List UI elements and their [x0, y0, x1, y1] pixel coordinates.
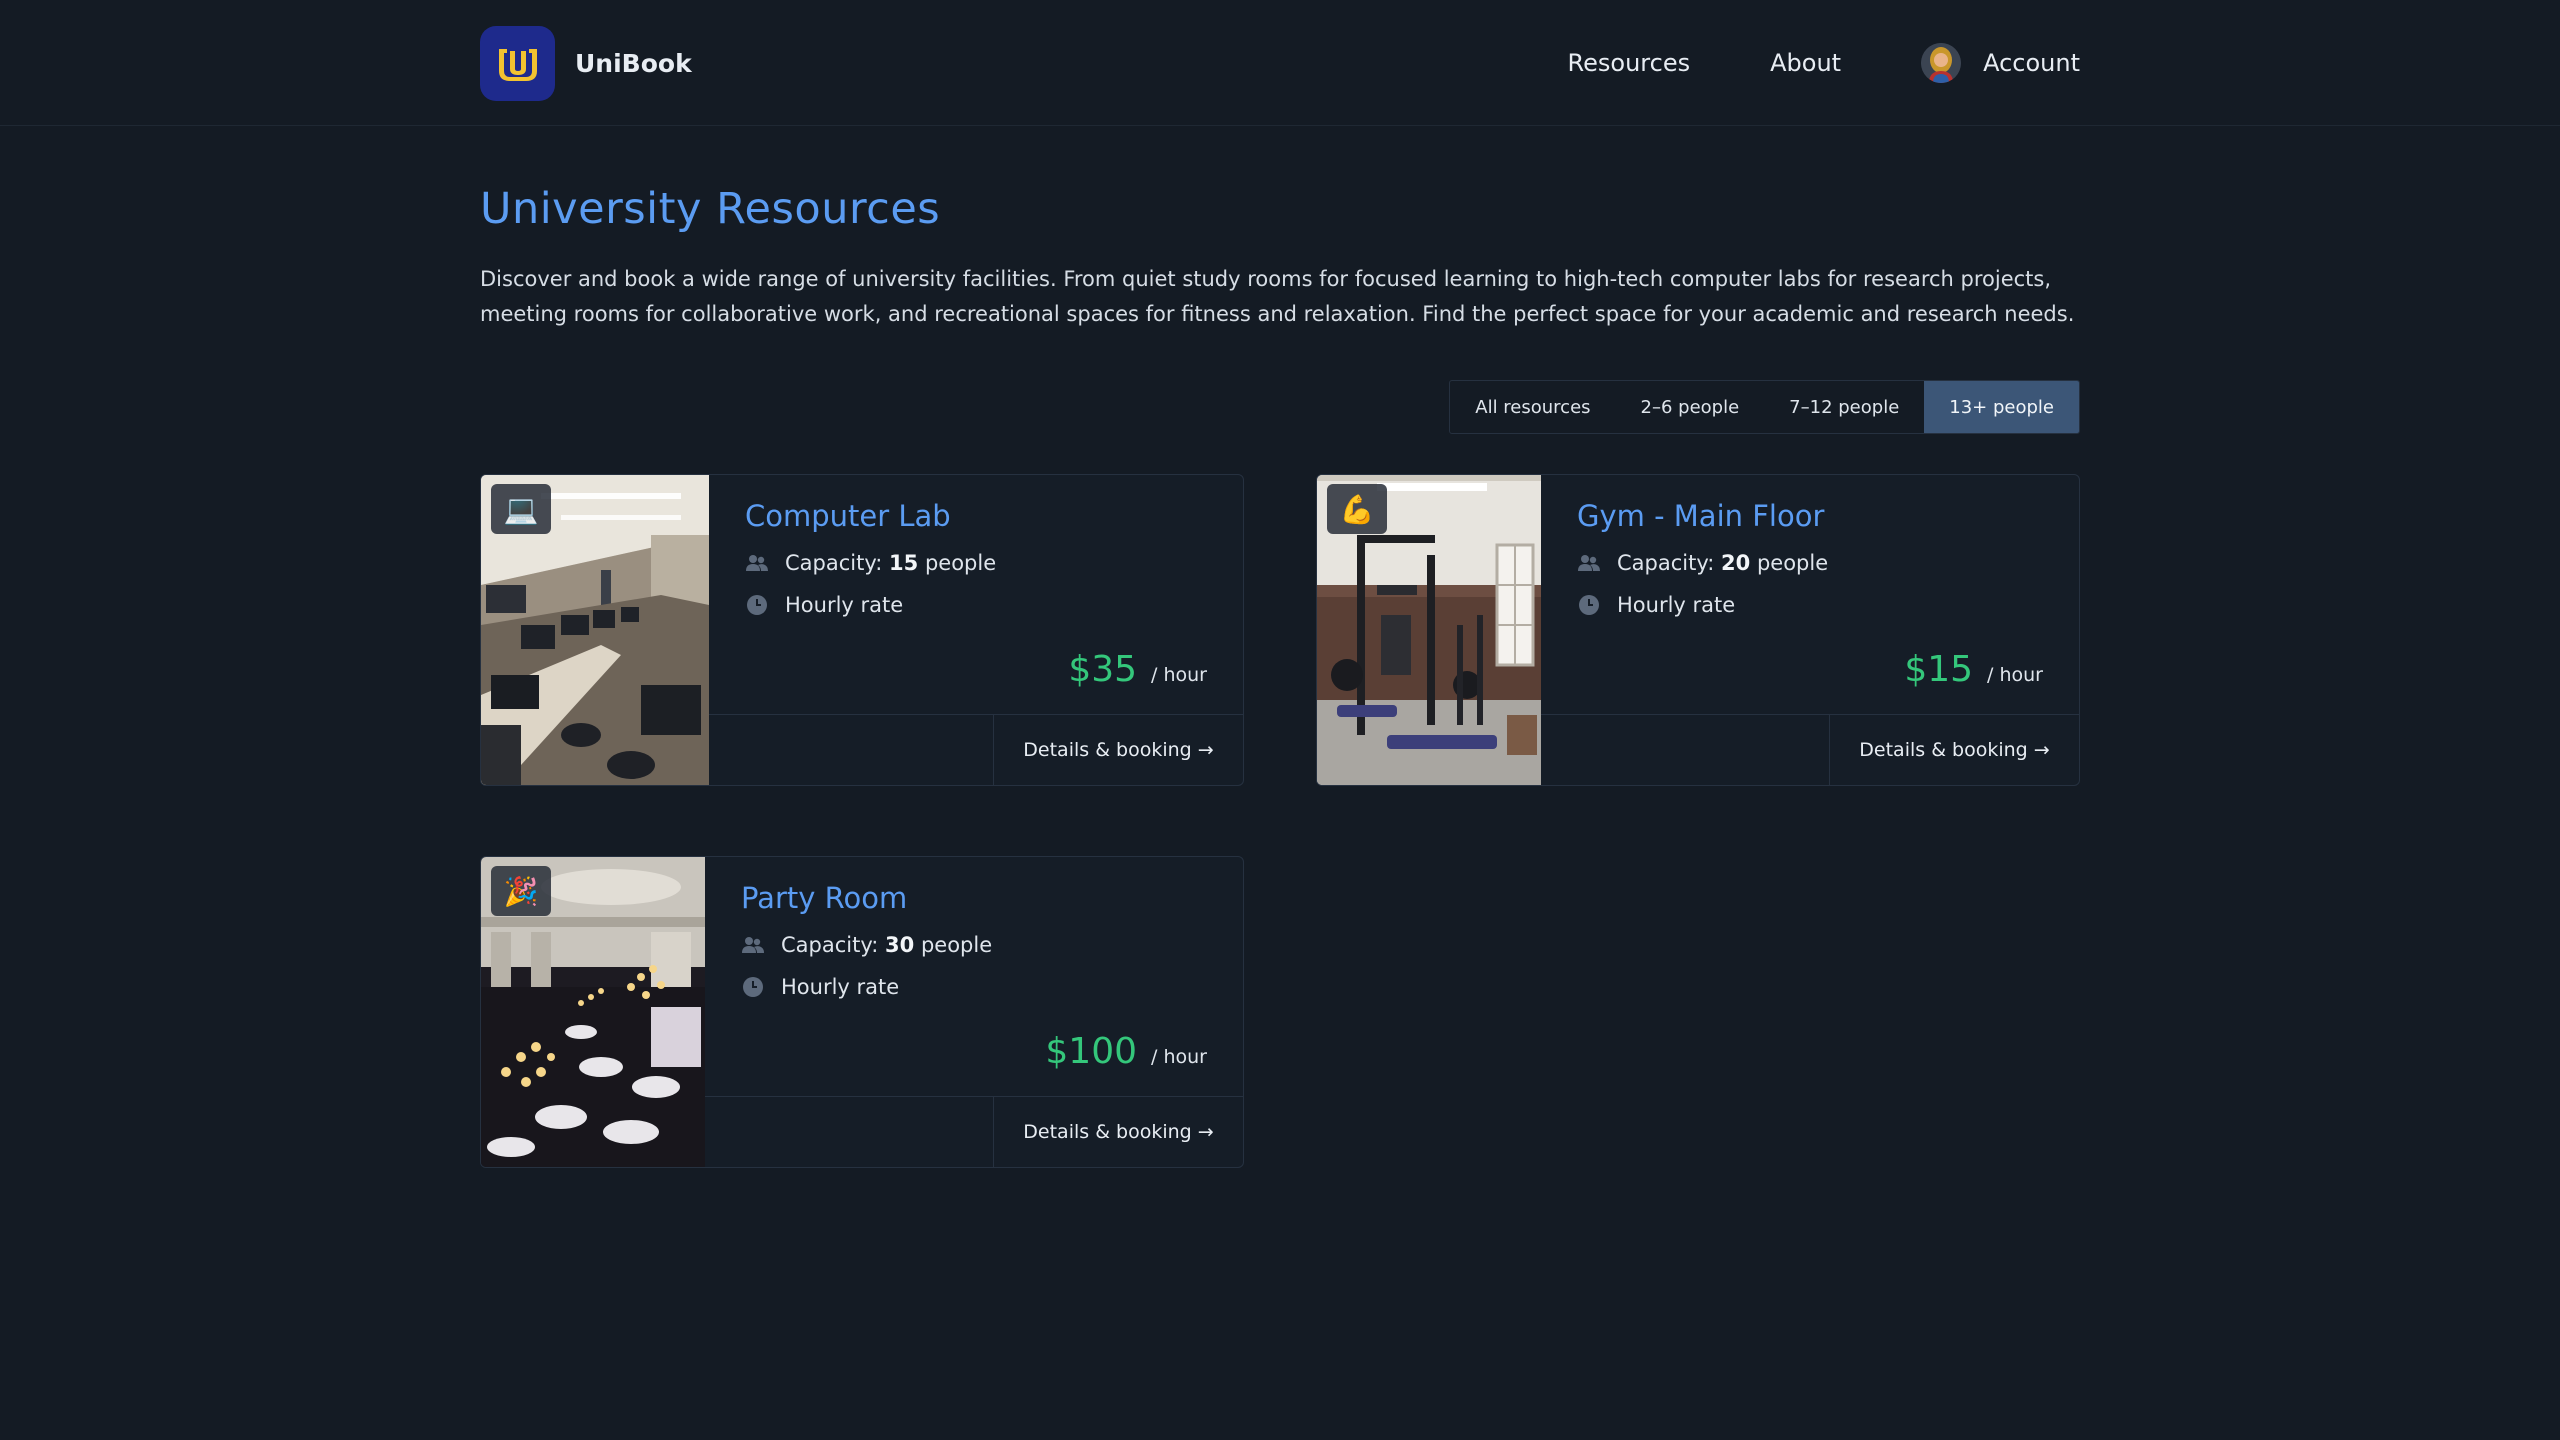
price-amount: $35 — [1068, 649, 1138, 690]
brand-link[interactable]: UniBook — [480, 25, 692, 101]
rate-row: Hourly rate — [745, 593, 1207, 617]
top-navbar: UniBook Resources About Account — [0, 0, 2560, 126]
card-footer: Details & booking → — [1541, 714, 2079, 785]
page-title: University Resources — [480, 184, 941, 234]
capacity-row: Capacity: 15 people — [745, 551, 1207, 575]
filter-13-plus-button[interactable]: 13+ people — [1924, 381, 2079, 433]
clock-icon — [1577, 593, 1601, 617]
main-content: University Resources Discover and book a… — [480, 184, 2080, 1168]
computer-lab-photo: 💻 — [481, 475, 709, 785]
capacity-text: Capacity: 20 people — [1617, 551, 1829, 575]
main-nav: Resources About Account — [1568, 43, 2080, 83]
clock-icon — [745, 593, 769, 617]
card-info: Gym - Main Floor Capacity: 20 people Hou… — [1541, 475, 2079, 714]
nav-resources-link[interactable]: Resources — [1568, 49, 1691, 77]
price-amount: $100 — [1045, 1031, 1138, 1072]
capacity-text: Capacity: 30 people — [781, 933, 993, 957]
rate-label: Hourly rate — [781, 975, 900, 999]
details-booking-button[interactable]: Details & booking → — [993, 1097, 1243, 1167]
price-amount: $15 — [1904, 649, 1974, 690]
resource-title[interactable]: Computer Lab — [745, 499, 1207, 533]
capacity-filter-bar: All resources 2–6 people 7–12 people 13+… — [480, 380, 2080, 434]
clock-icon — [741, 975, 765, 999]
price-unit: / hour — [1987, 664, 2043, 686]
flexed-biceps-emoji-icon: 💪 — [1327, 484, 1387, 534]
filter-group: All resources 2–6 people 7–12 people 13+… — [1449, 380, 2080, 434]
card-info: Party Room Capacity: 30 people Hourly ra… — [705, 857, 1243, 1096]
price: $100 / hour — [1045, 1031, 1207, 1072]
avatar — [1921, 43, 1962, 83]
navbar-inner: UniBook Resources About Account — [480, 0, 2080, 126]
filter-all-button[interactable]: All resources — [1450, 381, 1615, 433]
filter-2-6-button[interactable]: 2–6 people — [1616, 381, 1765, 433]
price: $35 / hour — [1068, 649, 1207, 690]
card-body: Party Room Capacity: 30 people Hourly ra… — [705, 857, 1243, 1167]
party-popper-emoji-icon: 🎉 — [491, 866, 551, 916]
nav-about-link[interactable]: About — [1770, 49, 1841, 77]
rate-label: Hourly rate — [1617, 593, 1736, 617]
capacity-row: Capacity: 30 people — [741, 933, 1207, 957]
rate-row: Hourly rate — [741, 975, 1207, 999]
filter-7-12-button[interactable]: 7–12 people — [1764, 381, 1924, 433]
price: $15 / hour — [1904, 649, 2043, 690]
account-label: Account — [1983, 49, 2080, 77]
resource-title[interactable]: Party Room — [741, 881, 1207, 915]
capacity-text: Capacity: 15 people — [785, 551, 997, 575]
details-booking-button[interactable]: Details & booking → — [1829, 715, 2079, 785]
capacity-row: Capacity: 20 people — [1577, 551, 2043, 575]
card-info: Computer Lab Capacity: 15 people Hourly … — [709, 475, 1243, 714]
resource-grid: 💻 Computer Lab Capacity: 15 people Hourl… — [480, 474, 2080, 1168]
card-body: Gym - Main Floor Capacity: 20 people Hou… — [1541, 475, 2079, 785]
gym-photo: 💪 — [1317, 475, 1541, 785]
rate-label: Hourly rate — [785, 593, 904, 617]
card-footer: Details & booking → — [709, 714, 1243, 785]
unibook-logo-icon — [480, 25, 555, 101]
people-icon — [1577, 551, 1601, 575]
resource-card: 💪 Gym - Main Floor Capacity: 20 people H… — [1316, 474, 2080, 786]
computer-emoji-icon: 💻 — [491, 484, 551, 534]
party-room-photo: 🎉 — [481, 857, 705, 1167]
card-body: Computer Lab Capacity: 15 people Hourly … — [709, 475, 1243, 785]
price-unit: / hour — [1151, 664, 1207, 686]
card-footer: Details & booking → — [705, 1096, 1243, 1167]
brand-name: UniBook — [575, 48, 692, 78]
resource-card: 💻 Computer Lab Capacity: 15 people Hourl… — [480, 474, 1244, 786]
people-icon — [741, 933, 765, 957]
account-menu[interactable]: Account — [1921, 43, 2080, 83]
rate-row: Hourly rate — [1577, 593, 2043, 617]
people-icon — [745, 551, 769, 575]
intro-paragraph: Discover and book a wide range of univer… — [480, 267, 2075, 326]
resource-title[interactable]: Gym - Main Floor — [1577, 499, 2043, 533]
details-booking-button[interactable]: Details & booking → — [993, 715, 1243, 785]
price-unit: / hour — [1151, 1046, 1207, 1068]
resource-card: 🎉 Party Room Capacity: 30 people Hourly … — [480, 856, 1244, 1168]
